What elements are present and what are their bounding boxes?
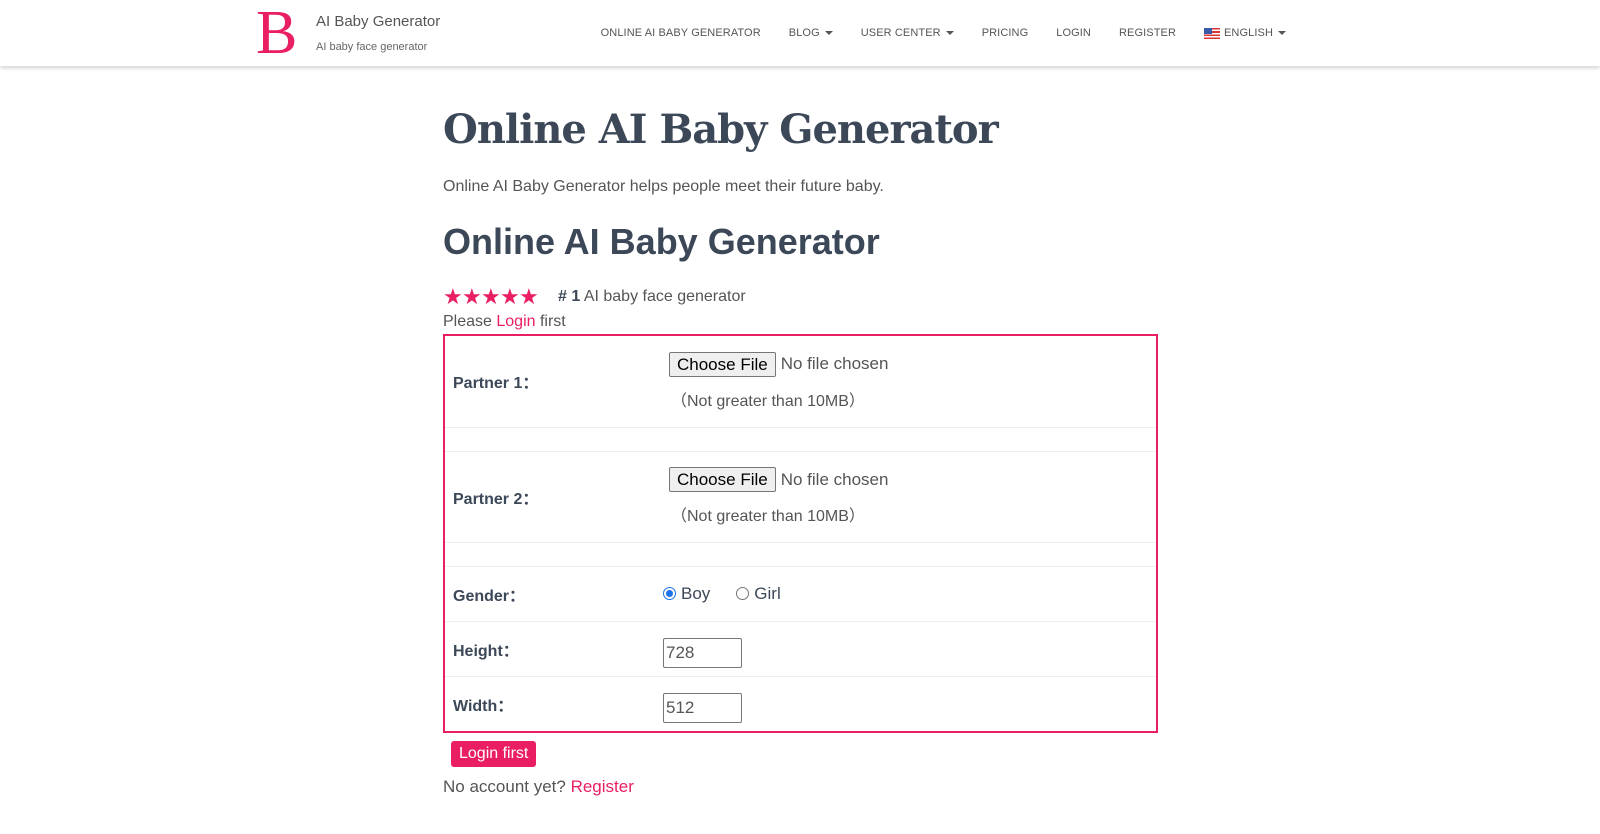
star-icon: ★ <box>443 284 463 309</box>
register-prompt-text: No account yet? <box>443 777 571 796</box>
login-link[interactable]: Login <box>496 313 535 330</box>
gender-girl-radio[interactable] <box>736 587 750 600</box>
register-prompt: No account yet? Register <box>443 777 1158 797</box>
nav-label: ONLINE AI BABY GENERATOR <box>600 27 761 39</box>
caret-down-icon <box>824 31 833 35</box>
partner2-choose-file-button[interactable]: Choose File <box>669 467 776 492</box>
nav-online-ai-baby-generator[interactable]: ONLINE AI BABY GENERATOR <box>587 27 775 39</box>
width-label: Width： <box>445 675 663 731</box>
partner1-choose-file-button[interactable]: Choose File <box>669 351 776 377</box>
navbar: B AI Baby Generator AI baby face generat… <box>0 0 1600 66</box>
gender-boy-label[interactable]: Boy <box>681 584 710 604</box>
partner1-file-status: No file chosen <box>780 354 889 374</box>
gender-boy-radio[interactable] <box>663 587 676 600</box>
nav-label: ENGLISH <box>1224 27 1273 39</box>
partner1-label: Partner 1： <box>453 375 539 393</box>
nav-label: USER CENTER <box>860 27 941 39</box>
page-lead: Online AI Baby Generator helps people me… <box>443 178 884 195</box>
us-flag-icon <box>1204 27 1220 39</box>
star-icon: ★ <box>519 284 539 309</box>
site-subtitle: AI baby face generator <box>316 41 428 53</box>
gender-girl-label[interactable]: Girl <box>754 584 780 604</box>
form-row-width: Width： <box>445 675 1156 731</box>
nav-label: REGISTER <box>1118 27 1176 39</box>
width-input[interactable] <box>663 692 742 723</box>
main-nav: ONLINE AI BABY GENERATOR BLOG USER CENTE… <box>587 0 1300 66</box>
rank-text: # 1 AI baby face generator <box>558 288 746 306</box>
rank-description: AI baby face generator <box>583 288 746 305</box>
partner2-file-status: No file chosen <box>780 469 889 489</box>
rating-row: ★ ★ ★ ★ ★ # 1 AI baby face generator <box>443 286 1158 308</box>
brand-logo[interactable]: B <box>256 2 308 64</box>
caret-down-icon <box>1278 31 1286 35</box>
gender-label: Gender： <box>445 565 663 621</box>
site-title[interactable]: AI Baby Generator <box>316 13 440 30</box>
form-row-partner1: Partner 1： Choose File No file chosen （N… <box>445 336 1156 427</box>
star-rating: ★ ★ ★ ★ ★ <box>443 284 539 309</box>
partner1-size-hint: （Not greater than 10MB） <box>671 392 865 410</box>
login-notice-prefix: Please <box>443 313 497 330</box>
nav-label: BLOG <box>788 27 820 39</box>
baby-generator-form: Partner 1： Choose File No file chosen （N… <box>443 334 1158 733</box>
partner2-size-hint: （Not greater than 10MB） <box>671 508 865 525</box>
nav-label: LOGIN <box>1056 27 1091 39</box>
nav-blog[interactable]: BLOG <box>775 27 847 39</box>
nav-login[interactable]: LOGIN <box>1042 27 1105 39</box>
height-input[interactable] <box>663 637 742 668</box>
section-title: Online AI Baby Generator <box>443 221 880 262</box>
main-content: Online AI Baby Generator Online AI Baby … <box>443 100 1158 797</box>
form-row-height: Height： <box>445 620 1156 676</box>
form-row-gender: Gender： Boy Girl <box>445 565 1156 621</box>
star-icon: ★ <box>481 284 501 309</box>
nav-pricing[interactable]: PRICING <box>968 27 1043 39</box>
nav-label: PRICING <box>981 27 1029 39</box>
nav-language[interactable]: ENGLISH <box>1190 27 1300 39</box>
form-spacer <box>445 541 1156 566</box>
form-row-partner2: Partner 2： Choose File No file chosen （N… <box>445 450 1156 542</box>
brand[interactable]: B AI Baby Generator AI baby face generat… <box>256 2 440 64</box>
caret-down-icon <box>945 31 954 35</box>
height-label: Height： <box>445 620 663 676</box>
login-first-button[interactable]: Login first <box>451 741 537 767</box>
star-icon: ★ <box>462 284 482 309</box>
nav-user-center[interactable]: USER CENTER <box>847 27 968 39</box>
login-notice: Please Login first <box>443 313 1158 331</box>
star-icon: ★ <box>500 284 520 309</box>
partner2-label: Partner 2： <box>445 450 663 542</box>
nav-register[interactable]: REGISTER <box>1105 27 1190 39</box>
page-title: Online AI Baby Generator <box>443 106 999 153</box>
form-spacer <box>445 426 1156 451</box>
login-notice-suffix: first <box>535 313 566 330</box>
register-link[interactable]: Register <box>571 777 634 796</box>
rank-number: # 1 <box>558 288 581 305</box>
